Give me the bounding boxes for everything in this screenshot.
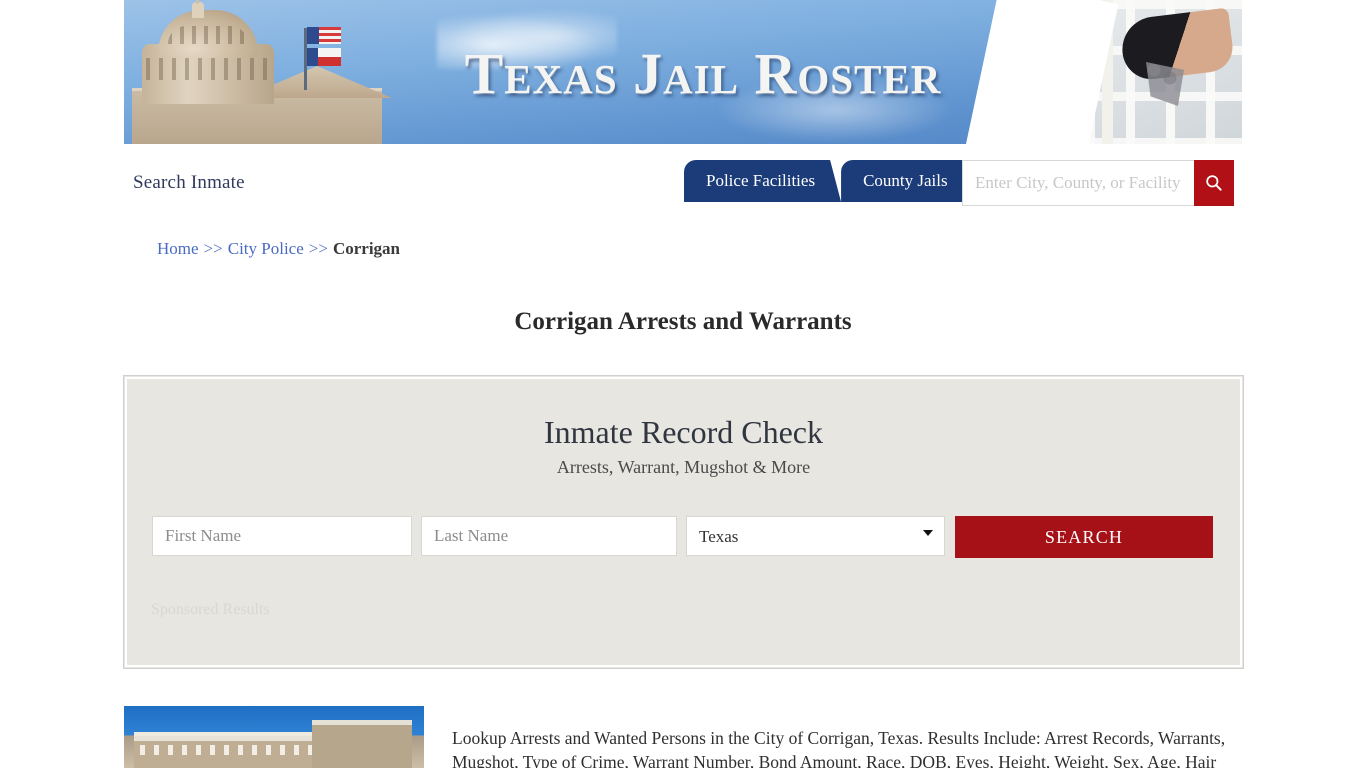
page-root: Texas Jail Roster Search Inmate Police F… — [0, 0, 1366, 768]
breadcrumb-item-current: Corrigan — [332, 239, 400, 258]
last-name-input[interactable] — [421, 516, 677, 556]
site-title: Texas Jail Roster — [464, 41, 942, 106]
building-corner-block — [312, 720, 412, 768]
breadcrumb-item-city-police[interactable]: City Police — [228, 239, 304, 258]
page-description-paragraph: Lookup Arrests and Wanted Persons in the… — [452, 727, 1226, 768]
state-select-wrapper: Texas — [686, 516, 945, 556]
inmate-search-submit-button[interactable]: SEARCH — [955, 516, 1213, 558]
header-search-input[interactable] — [962, 160, 1194, 206]
tab-police-facilities[interactable]: Police Facilities — [684, 160, 842, 202]
header-search-group — [962, 160, 1234, 206]
search-icon — [1206, 175, 1222, 191]
breadcrumb-item-home[interactable]: Home — [157, 239, 199, 258]
state-select[interactable]: Texas — [686, 516, 945, 556]
breadcrumb: Home >> City Police >> Corrigan — [157, 239, 400, 259]
city-building-image — [124, 706, 424, 768]
capitol-lantern — [192, 2, 204, 18]
panel-heading: Inmate Record Check — [544, 414, 823, 450]
header-search-button[interactable] — [1194, 160, 1234, 206]
first-name-input[interactable] — [152, 516, 412, 556]
inmate-search-form: Texas SEARCH — [152, 516, 1215, 558]
sponsored-results-label: Sponsored Results — [151, 601, 270, 618]
panel-subheading: Arrests, Warrant, Mugshot & More — [556, 457, 811, 477]
tab-county-jails[interactable]: County Jails — [841, 160, 976, 202]
capitol-spire — [196, 0, 199, 4]
breadcrumb-separator: >> — [308, 239, 328, 258]
nav-item-search-inmate[interactable]: Search Inmate — [133, 172, 245, 194]
facility-type-tabs: Police Facilities County Jails — [684, 160, 976, 204]
site-banner: Texas Jail Roster — [124, 0, 1242, 144]
breadcrumb-separator: >> — [203, 239, 223, 258]
page-title: Corrigan Arrests and Warrants — [514, 307, 852, 335]
inmate-record-check-panel: Inmate Record Check Arrests, Warrant, Mu… — [123, 375, 1244, 669]
